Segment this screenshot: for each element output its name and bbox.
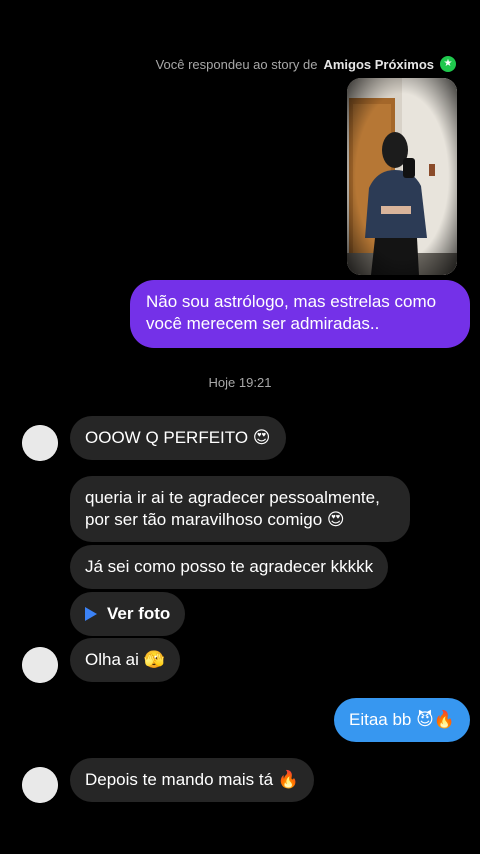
outgoing-message[interactable]: Eitaa bb 😈🔥	[334, 698, 470, 742]
message-text: Eitaa bb 😈🔥	[349, 710, 455, 729]
story-reply-caption: Você respondeu ao story de Amigos Próxim…	[156, 56, 456, 72]
view-photo-button[interactable]: Ver foto	[70, 592, 186, 636]
close-friends-star-icon: ★	[440, 56, 456, 72]
message-text: Depois te mando mais tá 🔥	[85, 770, 299, 789]
incoming-message[interactable]: Depois te mando mais tá 🔥	[70, 758, 314, 802]
default-avatar-icon	[22, 425, 58, 461]
incoming-message[interactable]: Já sei como posso te agradecer kkkkk	[70, 545, 389, 589]
play-icon	[85, 607, 97, 621]
timestamp: Hoje 19:21	[208, 375, 272, 390]
incoming-message[interactable]: OOOW Q PERFEITO 😍	[70, 416, 286, 460]
story-thumbnail[interactable]	[347, 78, 457, 275]
outgoing-message[interactable]: Não sou astrólogo, mas estrelas como voc…	[130, 280, 470, 348]
incoming-message[interactable]: Olha ai 🫣	[70, 638, 180, 682]
story-reply-prefix: Você respondeu ao story de	[155, 56, 318, 72]
incoming-message[interactable]: queria ir ai te agradecer pessoalmente, …	[70, 476, 410, 542]
message-text: Já sei como posso te agradecer kkkkk	[85, 557, 374, 576]
story-photo	[347, 78, 457, 275]
message-text: Olha ai 🫣	[85, 650, 165, 669]
message-text: Não sou astrólogo, mas estrelas como voc…	[146, 292, 437, 333]
default-avatar-icon	[22, 767, 58, 803]
close-friends-label: Amigos Próximos	[323, 56, 434, 72]
avatar[interactable]	[22, 425, 58, 461]
default-avatar-icon	[22, 647, 58, 683]
view-photo-label: Ver foto	[107, 604, 171, 623]
message-text: queria ir ai te agradecer pessoalmente, …	[85, 488, 380, 529]
message-text: OOOW Q PERFEITO 😍	[85, 428, 271, 447]
avatar[interactable]	[22, 647, 58, 683]
avatar[interactable]	[22, 767, 58, 803]
